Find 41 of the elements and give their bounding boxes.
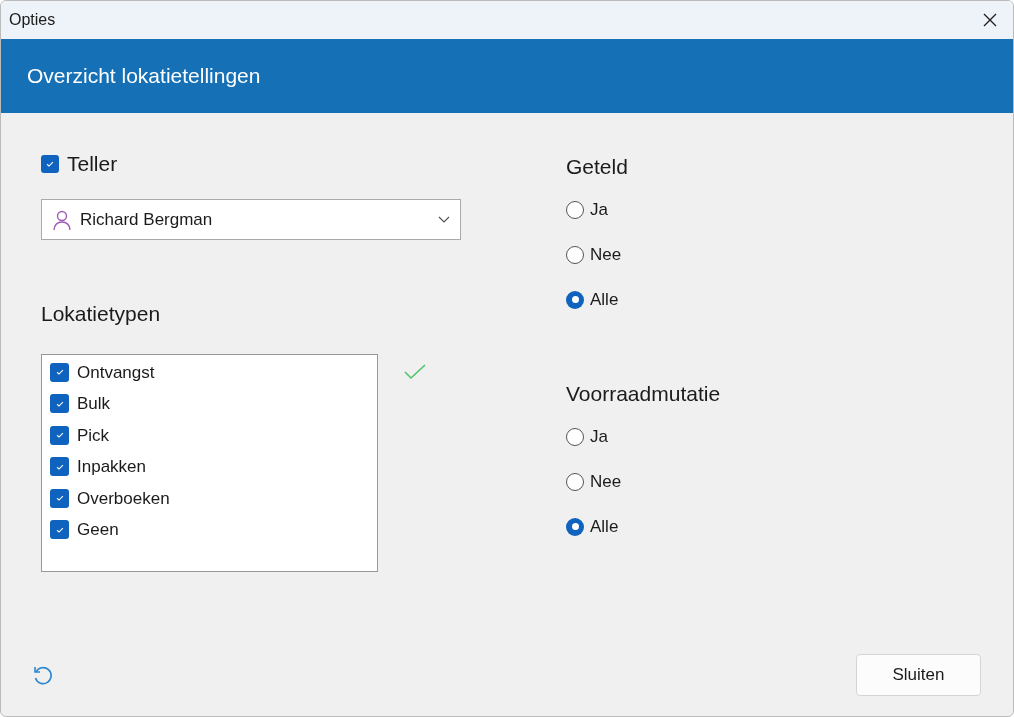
- checkmark-icon: [45, 159, 55, 169]
- person-icon: [52, 208, 72, 231]
- checkbox[interactable]: [50, 362, 69, 382]
- checkmark-icon: [54, 493, 65, 504]
- checkbox[interactable]: [50, 394, 69, 414]
- radio-button[interactable]: [566, 472, 584, 491]
- location-type-label: Overboeken: [77, 487, 170, 510]
- check-icon: [404, 363, 426, 380]
- checkmark-icon: [54, 430, 65, 441]
- radio-button[interactable]: [566, 200, 584, 219]
- radio-button[interactable]: [566, 245, 584, 264]
- location-type-label: Pick: [77, 424, 110, 447]
- close-dialog-button[interactable]: Sluiten: [856, 654, 981, 696]
- group-title: Voorraadmutatie: [566, 381, 721, 404]
- checkbox[interactable]: [50, 520, 69, 540]
- radio-option[interactable]: Ja: [566, 424, 721, 449]
- chevron-down-icon: [438, 215, 450, 224]
- header-title: Overzicht lokatietellingen: [27, 63, 261, 90]
- teller-label: Teller: [67, 151, 118, 178]
- location-type-label: Ontvangst: [77, 361, 155, 384]
- radio-button[interactable]: [566, 427, 584, 446]
- checkbox[interactable]: [50, 488, 69, 508]
- close-icon: [982, 12, 998, 28]
- location-type-label: Bulk: [77, 393, 111, 415]
- radio-option[interactable]: Alle: [566, 514, 721, 539]
- radio-option[interactable]: Alle: [566, 287, 721, 312]
- checkmark-icon: [54, 367, 65, 378]
- location-type-label: Inpakken: [77, 456, 146, 478]
- checkbox[interactable]: [50, 425, 69, 445]
- window-title: Opties: [9, 10, 56, 30]
- radio-option[interactable]: Ja: [566, 197, 721, 222]
- location-type-label: Geen: [77, 519, 119, 541]
- radio-option[interactable]: Nee: [566, 242, 721, 267]
- group-title: Geteld: [566, 154, 629, 177]
- checkbox[interactable]: [50, 457, 69, 477]
- radio-option[interactable]: Nee: [566, 469, 721, 494]
- checkbox[interactable]: [41, 155, 59, 173]
- section-title: Lokatietypen: [41, 301, 162, 327]
- user-dropdown[interactable]: Richard Bergman: [41, 199, 461, 240]
- radio-button[interactable]: [566, 517, 584, 536]
- radio-button[interactable]: [566, 290, 584, 309]
